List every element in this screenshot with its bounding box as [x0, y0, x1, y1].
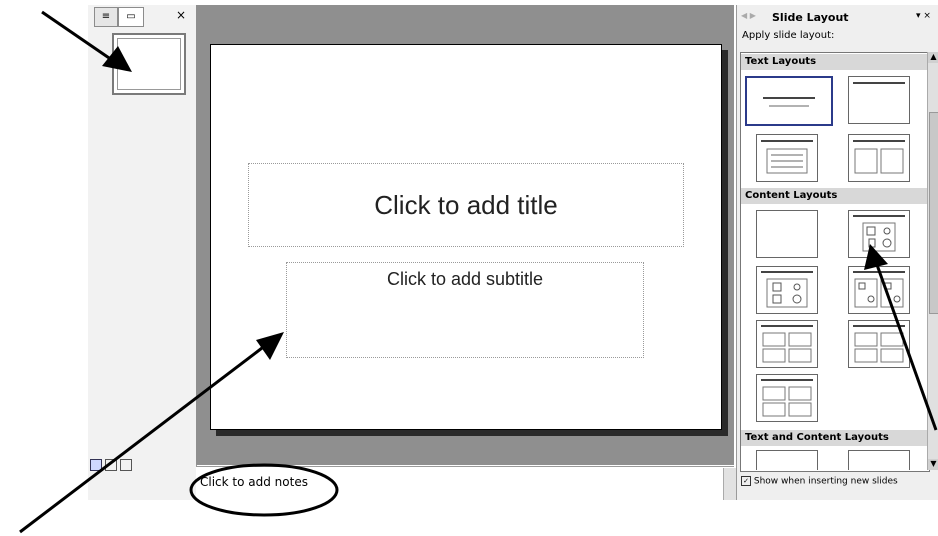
- arrow-to-subtitle: [19, 332, 284, 534]
- arrow-to-layout: [864, 244, 938, 431]
- arrow-to-thumbnail: [41, 10, 132, 72]
- annotation-overlay: [19, 10, 938, 534]
- notes-circle: [189, 463, 339, 517]
